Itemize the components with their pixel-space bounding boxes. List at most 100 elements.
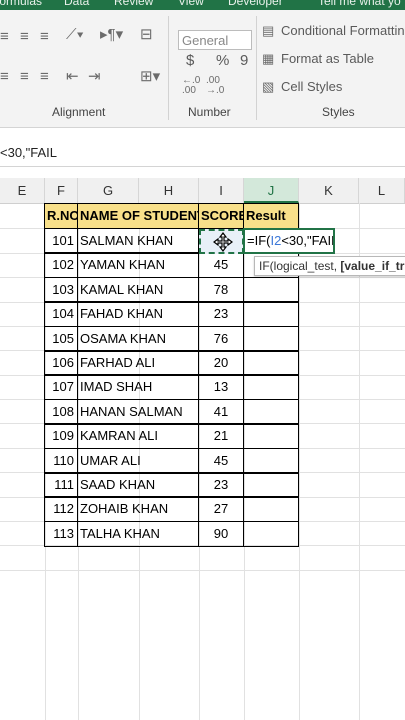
cell-rno[interactable]: 107 [44, 374, 78, 400]
cell-student-name[interactable]: HANAN SALMAN [77, 399, 199, 425]
column-header-g[interactable]: G [78, 178, 139, 203]
cell-student-name[interactable]: OSAMA KHAN [77, 326, 199, 352]
tab-data[interactable]: Data [64, 0, 89, 8]
column-header-l[interactable]: L [359, 178, 405, 203]
cell-result[interactable] [243, 521, 299, 547]
cell-result[interactable] [243, 472, 299, 498]
tab-tell-me[interactable]: Tell me what yo [318, 0, 401, 8]
cell-styles-button[interactable]: Cell Styles [281, 79, 342, 94]
tab-view[interactable]: View [178, 0, 204, 8]
cell-styles-icon: ▧ [262, 79, 275, 94]
column-header-f[interactable]: F [45, 178, 78, 203]
currency-button[interactable]: $ [186, 52, 194, 69]
tab-developer[interactable]: Developer [228, 0, 283, 8]
header-result[interactable]: Result [243, 203, 299, 229]
percent-button[interactable]: % [216, 52, 229, 69]
merge-cells-icon[interactable]: ⊞▾ [140, 68, 160, 86]
cell-result[interactable] [243, 326, 299, 352]
cell-rno[interactable]: 106 [44, 350, 78, 376]
wrap-text-icon[interactable]: ⊟ [140, 26, 153, 44]
align-left-icon[interactable]: ≡ [0, 68, 9, 86]
cell-result[interactable] [243, 399, 299, 425]
align-center-icon[interactable]: ≡ [20, 68, 29, 86]
cell-score[interactable]: 13 [198, 374, 244, 400]
align-top-left-icon[interactable]: ≡ [0, 28, 9, 46]
cell-rno[interactable]: 110 [44, 448, 78, 474]
cell-result[interactable] [243, 448, 299, 474]
conditional-formatting-icon: ▤ [262, 23, 275, 38]
ribbon: ≡ ≡ ≡ ⟋▾ ▸¶▾ ⊟ ≡ ≡ ≡ ⇤ ⇥ ⊞▾ Alignment Ge… [0, 10, 405, 128]
cell-score[interactable]: 23 [198, 472, 244, 498]
cell-score[interactable]: 23 [198, 301, 244, 327]
increase-indent-icon[interactable]: ⇥ [88, 68, 101, 86]
header-rno[interactable]: R.NO [44, 203, 78, 229]
tab-review[interactable]: Review [114, 0, 153, 8]
cell-student-name[interactable]: UMAR ALI [77, 448, 199, 474]
cell-student-name[interactable]: TALHA KHAN [77, 521, 199, 547]
tooltip-logical-test[interactable]: IF(logical_test, [259, 259, 340, 273]
cell-result[interactable] [243, 496, 299, 522]
cell-result[interactable] [243, 350, 299, 376]
cell-result[interactable] [243, 277, 299, 303]
format-as-table-button[interactable]: Format as Table [281, 51, 374, 66]
column-header-h[interactable]: H [139, 178, 199, 203]
cell-result[interactable] [243, 301, 299, 327]
cell-result[interactable] [243, 423, 299, 449]
cell-score[interactable]: 41 [198, 399, 244, 425]
cell-rno[interactable]: 101 [44, 228, 78, 254]
cell-score[interactable]: 27 [198, 496, 244, 522]
cell-rno[interactable]: 105 [44, 326, 78, 352]
function-argument-tooltip: IF(logical_test, [value_if_true] [254, 256, 405, 276]
cell-rno[interactable]: 113 [44, 521, 78, 547]
cell-student-name[interactable]: KAMAL KHAN [77, 277, 199, 303]
cell-student-name[interactable]: ZOHAIB KHAN [77, 496, 199, 522]
align-top-right-icon[interactable]: ≡ [40, 28, 49, 46]
column-header-i[interactable]: I [199, 178, 244, 203]
cell-rno[interactable]: 111 [44, 472, 78, 498]
column-header-k[interactable]: K [299, 178, 359, 203]
tooltip-value-if-true[interactable]: [value_if_true] [340, 259, 405, 273]
cell-result[interactable] [243, 374, 299, 400]
cell-score[interactable]: 76 [198, 326, 244, 352]
cell-score[interactable]: 20 [198, 350, 244, 376]
header-score[interactable]: SCORE [198, 203, 244, 229]
cell-rno[interactable]: 103 [44, 277, 78, 303]
formula-bar[interactable]: <30,"FAIL [0, 128, 405, 167]
orientation-icon[interactable]: ⟋▾ [66, 26, 84, 44]
cell-student-name[interactable]: IMAD SHAH [77, 374, 199, 400]
cell-student-name[interactable]: FAHAD KHAN [77, 301, 199, 327]
cell-rno[interactable]: 104 [44, 301, 78, 327]
cell-student-name[interactable]: YAMAN KHAN [77, 252, 199, 278]
cell-student-name[interactable]: FARHAD ALI [77, 350, 199, 376]
cell-score[interactable]: 90 [198, 521, 244, 547]
column-headers: E F G H I J K L [0, 178, 405, 204]
decrease-indent-icon[interactable]: ⇤ [66, 68, 79, 86]
gridline [0, 570, 405, 571]
cell-student-name[interactable]: KAMRAN ALI [77, 423, 199, 449]
cell-rno[interactable]: 102 [44, 252, 78, 278]
cell-score[interactable]: 78 [198, 277, 244, 303]
decrease-decimal-icon[interactable]: .00 →.0 [206, 76, 224, 96]
indent-icon[interactable]: ▸¶▾ [100, 26, 123, 44]
align-right-icon[interactable]: ≡ [40, 68, 49, 86]
cell-rno[interactable]: 112 [44, 496, 78, 522]
tab-formulas[interactable]: Formulas [0, 0, 42, 8]
cell-rno[interactable]: 109 [44, 423, 78, 449]
referenced-cell-i2[interactable] [199, 229, 244, 254]
cell-rno[interactable]: 108 [44, 399, 78, 425]
align-top-center-icon[interactable]: ≡ [20, 28, 29, 46]
cell-score[interactable]: 45 [198, 252, 244, 278]
cell-score[interactable]: 21 [198, 423, 244, 449]
editing-cell-j2[interactable]: =IF(I2<30,"FAIL [243, 228, 335, 254]
column-header-j[interactable]: J [244, 178, 299, 203]
conditional-formatting-button[interactable]: Conditional Formatting [281, 23, 405, 38]
column-header-e[interactable]: E [0, 178, 45, 203]
number-format-dropdown[interactable]: General [178, 30, 252, 50]
cell-student-name[interactable]: SALMAN KHAN [77, 228, 199, 254]
increase-decimal-icon[interactable]: ←.0.00 [182, 76, 200, 96]
formula-bar-text[interactable]: <30,"FAIL [0, 145, 57, 160]
header-name-of-students[interactable]: NAME OF STUDENTS [77, 203, 199, 229]
comma-style-button[interactable]: 9 [240, 52, 248, 69]
cell-score[interactable]: 45 [198, 448, 244, 474]
cell-student-name[interactable]: SAAD KHAN [77, 472, 199, 498]
